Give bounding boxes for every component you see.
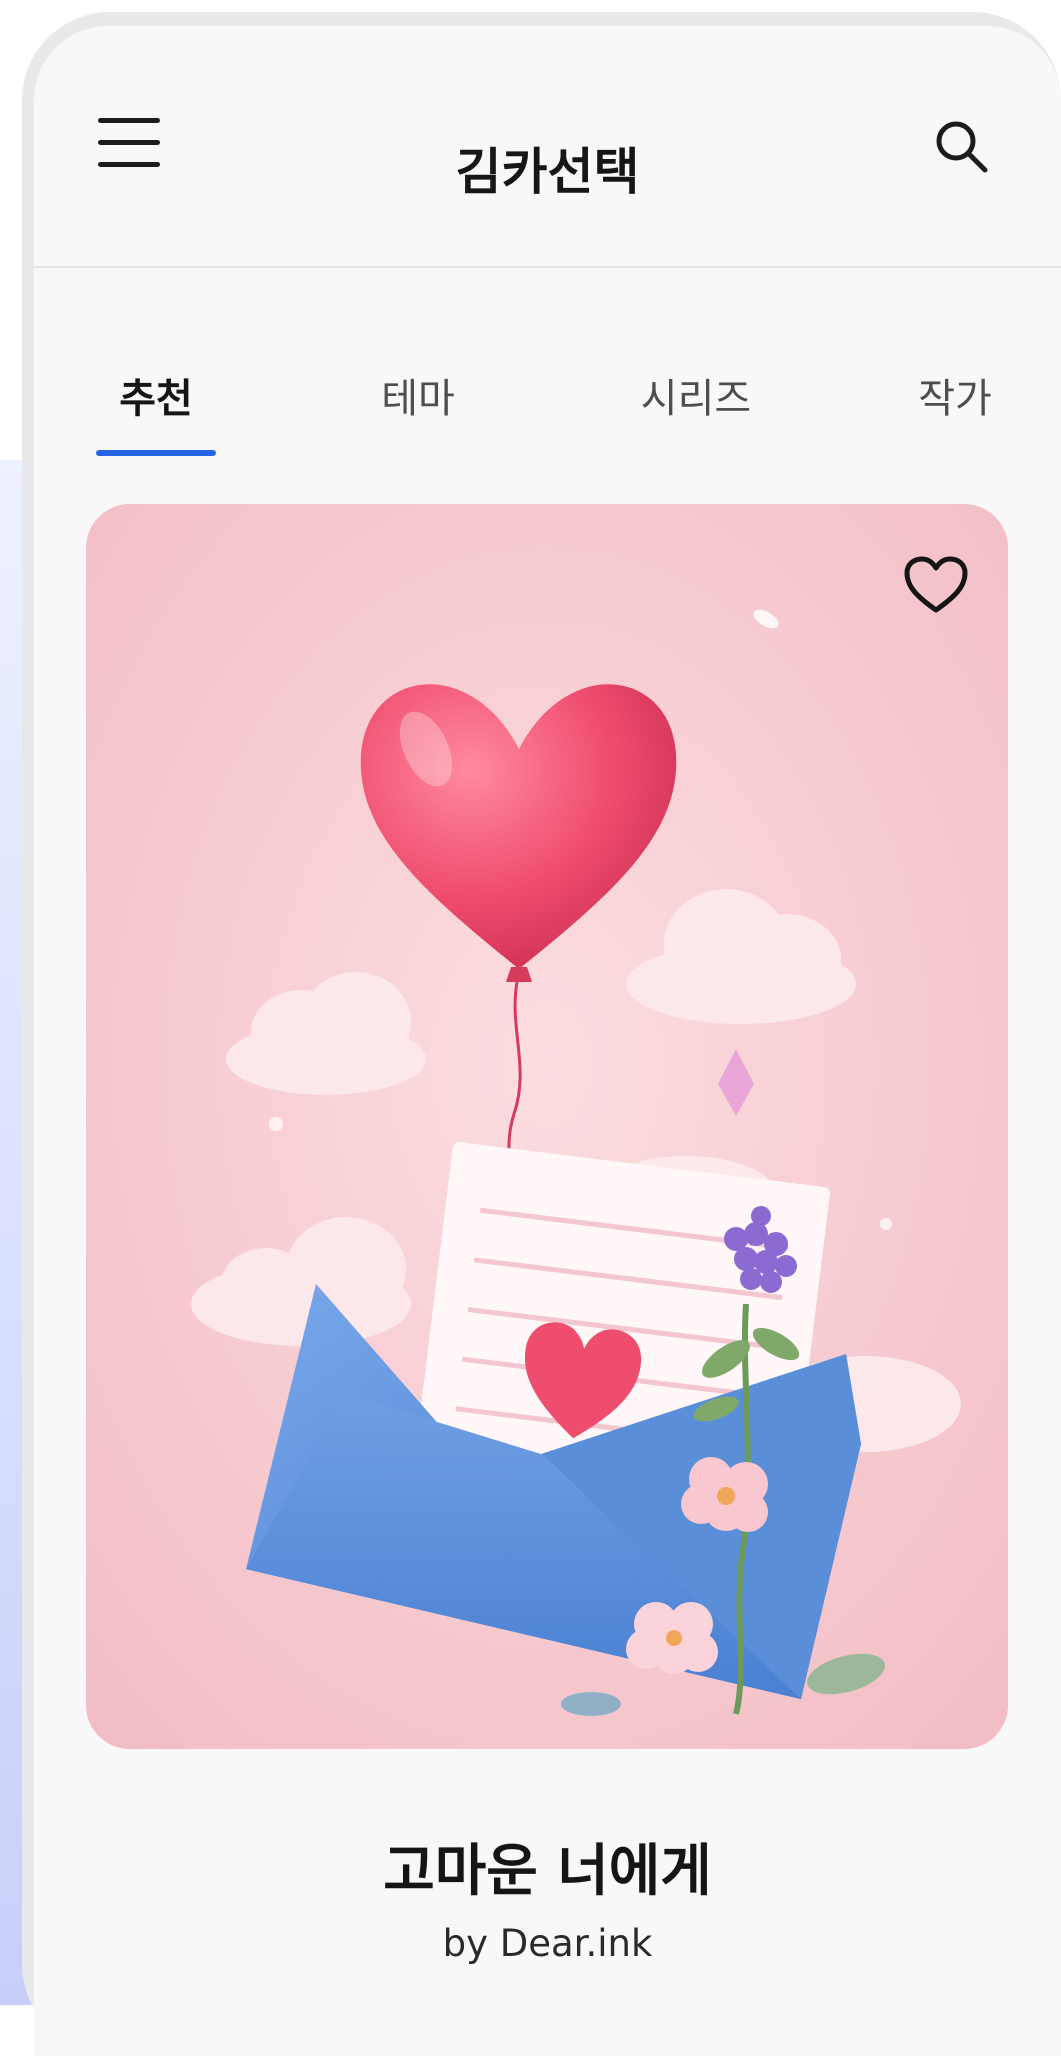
tab-authors[interactable]: 작가 xyxy=(918,366,992,424)
featured-title: 고마운 너에게 xyxy=(383,1839,712,1904)
heart-outline-icon[interactable] xyxy=(902,554,970,616)
tab-series[interactable]: 시리즈 xyxy=(641,366,751,424)
featured-author: by Dear.ink xyxy=(442,1922,653,1965)
card-artwork xyxy=(86,504,1008,1749)
app-title: 김카선택 xyxy=(455,143,640,201)
app-screen: 김카선택 추천 테마 시리즈 작가 고마운 너에게 by Dear.ink xyxy=(34,26,1061,2056)
featured-card[interactable] xyxy=(86,504,1008,1749)
active-tab-indicator xyxy=(96,450,216,456)
tab-recommended[interactable]: 추천 xyxy=(119,366,193,424)
category-tabs: 추천 테마 시리즈 작가 xyxy=(34,326,1061,456)
search-icon[interactable] xyxy=(931,116,991,176)
app-header: 김카선택 xyxy=(34,26,1061,268)
tab-theme[interactable]: 테마 xyxy=(381,366,455,424)
